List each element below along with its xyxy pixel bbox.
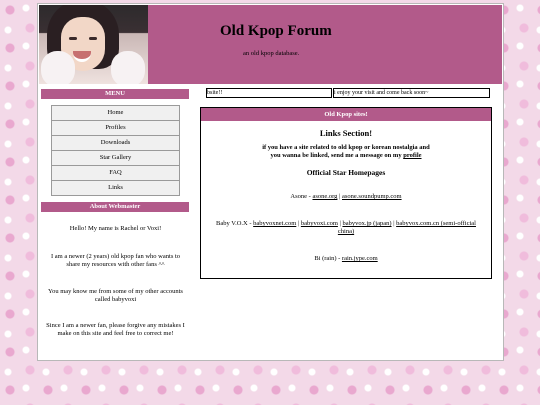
page-container: Old Kpop Forum an old kpop database. MEN… <box>37 3 504 361</box>
menu-title: MENU <box>41 89 189 99</box>
asone-row: Asone - asone.org | asone.soundpump.com <box>201 193 491 201</box>
babyvox-link-1[interactable]: babyvoxnet.com <box>253 220 296 227</box>
site-header: Old Kpop Forum an old kpop database. <box>39 5 502 84</box>
menu-item-home[interactable]: Home <box>52 106 179 121</box>
marquee-right: i enjoy your visit and come back soon~ <box>333 88 490 98</box>
babyvox-link-3[interactable]: babyvox.jp (japan) <box>342 220 391 227</box>
nav-menu: Home Profiles Downloads Star Gallery FAQ… <box>51 105 180 196</box>
about-paragraph: Hello! My name is Rachel or Voxi! <box>69 225 162 232</box>
menu-item-links[interactable]: Links <box>52 181 179 195</box>
header-photo <box>39 5 148 84</box>
asone-label: Asone - <box>290 193 313 200</box>
intro-line: if you have a site related to old kpop o… <box>262 144 430 151</box>
menu-item-star-gallery[interactable]: Star Gallery <box>52 151 179 166</box>
bi-link-1[interactable]: rain.jype.com <box>342 255 378 262</box>
about-paragraph: I am a newer (2 years) old kpop fan who … <box>50 253 181 268</box>
links-heading: Links Section! <box>319 128 373 138</box>
menu-item-profiles[interactable]: Profiles <box>52 121 179 136</box>
site-subtitle: an old kpop database. <box>243 50 300 57</box>
asone-link-1[interactable]: asone.org <box>312 193 337 200</box>
photo-eye-right <box>89 37 97 40</box>
panel-title: Old Kpop sites! <box>201 108 491 121</box>
links-panel: Old Kpop sites! Links Section! if you ha… <box>200 107 492 279</box>
menu-item-downloads[interactable]: Downloads <box>52 136 179 151</box>
profile-link[interactable]: profile <box>403 152 421 159</box>
photo-mitt-left <box>41 51 75 84</box>
babyvox-link-2[interactable]: babyvoxi.com <box>301 220 338 227</box>
photo-eye-left <box>69 37 77 40</box>
photo-mitt-right <box>111 51 145 84</box>
menu-item-faq[interactable]: FAQ <box>52 166 179 181</box>
site-title: Old Kpop Forum <box>220 23 332 39</box>
about-paragraph: You may know me from some of my other ac… <box>48 288 183 303</box>
asone-link-2[interactable]: asone.soundpump.com <box>342 193 402 200</box>
intro-line: you wanna be linked, send me a message o… <box>201 152 491 160</box>
star-homepages-heading: Official Star Homepages <box>306 168 386 177</box>
babyvox-row: Baby V.O.X - babyvoxnet.com | babyvoxi.c… <box>211 220 481 236</box>
about-title: About Webmaster <box>41 202 189 212</box>
intro-text: you wanna be linked, send me a message o… <box>270 152 402 159</box>
marquee-left: bsite!! <box>206 88 332 98</box>
bi-label: Bi (rain) - <box>314 255 342 262</box>
about-paragraph: Since I am a newer fan, please forgive a… <box>46 322 185 337</box>
babyvox-label: Baby V.O.X - <box>216 220 254 227</box>
bi-row: Bi (rain) - rain.jype.com <box>201 255 491 263</box>
